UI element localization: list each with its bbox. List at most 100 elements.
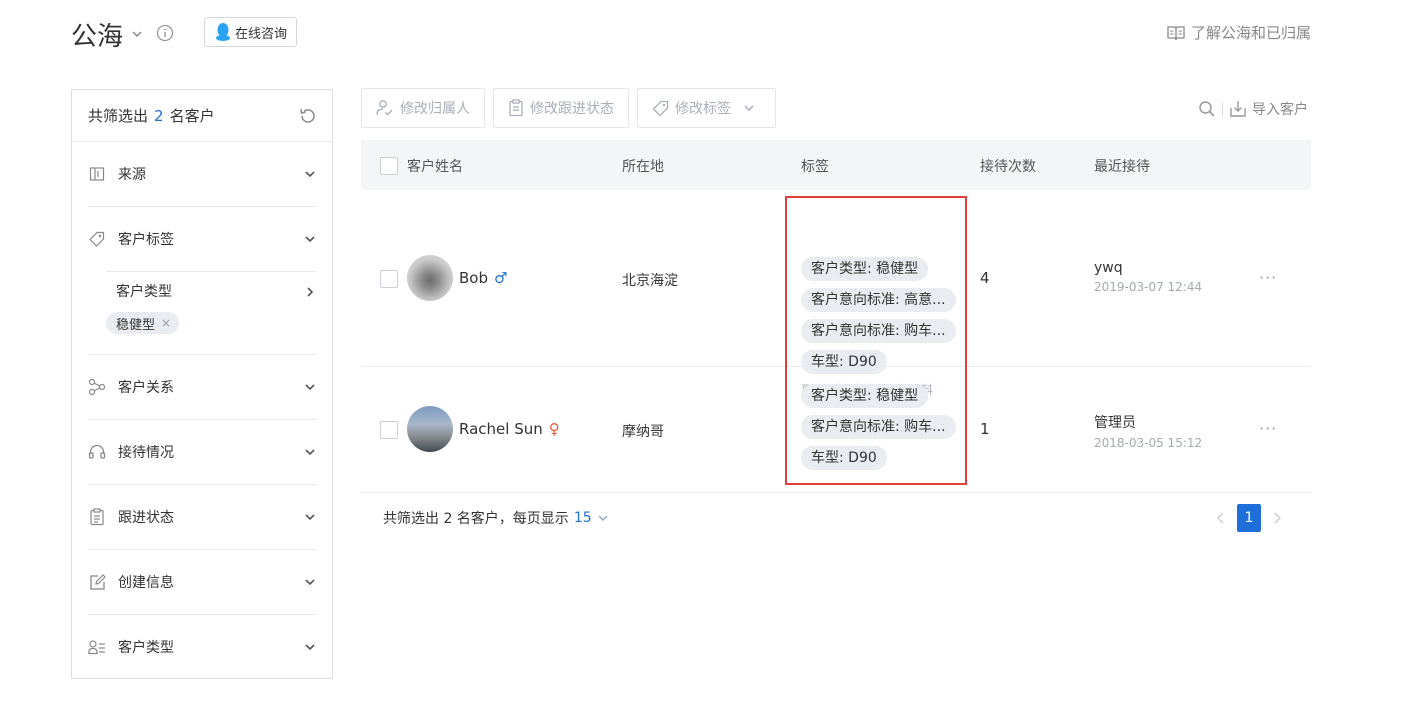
row-checkbox[interactable] <box>380 421 398 439</box>
chevron-down-icon <box>305 384 315 391</box>
filter-summary-count: 2 <box>154 106 164 125</box>
table-row[interactable]: Rachel Sun ♀ 摩纳哥 客户类型: 稳健型 客户意向标准: 购车...… <box>361 367 1311 493</box>
clipboard-icon <box>88 508 106 526</box>
change-follow-status-button[interactable]: 修改跟进状态 <box>493 88 629 128</box>
chevron-down-icon <box>305 514 315 521</box>
chevron-right-icon[interactable] <box>1270 511 1284 525</box>
tag-chip: 客户类型: 稳健型 <box>801 384 929 408</box>
column-header-last-visit[interactable]: 最近接待 <box>1094 156 1150 176</box>
page-header: 公海 在线咨询 了解公海和已归属 <box>71 14 1311 54</box>
online-consult-button[interactable]: 在线咨询 <box>204 17 298 47</box>
male-icon: ♂ <box>494 269 508 287</box>
page-size-select[interactable]: 15 <box>574 510 592 526</box>
filter-row-relation[interactable]: 客户关系 <box>88 355 316 419</box>
book-icon <box>1167 25 1185 40</box>
edit-icon <box>88 573 106 591</box>
more-actions-icon[interactable]: ··· <box>1259 419 1277 438</box>
chip-close-icon[interactable]: × <box>161 316 171 330</box>
page-button-current[interactable]: 1 <box>1237 504 1261 532</box>
customer-name-text: Bob <box>459 269 488 287</box>
user-check-icon <box>376 100 393 116</box>
clipboard-icon <box>509 99 523 117</box>
filter-section-source: 来源 <box>88 142 316 207</box>
last-visit-by: ywq <box>1094 260 1123 276</box>
customer-table: 客户姓名 所在地 标签 接待次数 最近接待 Bob ♂ 北京海淀 客户类型: 稳… <box>361 140 1311 493</box>
avatar[interactable] <box>407 255 453 301</box>
column-header-name[interactable]: 客户姓名 <box>407 156 463 176</box>
customer-location: 北京海淀 <box>622 273 678 289</box>
filter-row-tags[interactable]: 客户标签 <box>88 207 316 271</box>
import-customers-label: 导入客户 <box>1252 102 1308 118</box>
learn-public-pool-link[interactable]: 了解公海和已归属 <box>1167 22 1311 43</box>
subfilter-label: 客户类型 <box>116 284 172 300</box>
customer-name[interactable]: Rachel Sun ♀ <box>459 420 560 438</box>
last-visit-time: 2018-03-05 15:12 <box>1094 436 1203 450</box>
more-actions-icon[interactable]: ··· <box>1259 268 1277 287</box>
last-visit: ywq 2019-03-07 12:44 <box>1094 260 1202 294</box>
qq-icon <box>216 23 230 41</box>
chevron-down-icon[interactable] <box>596 512 610 524</box>
chevron-right-icon <box>307 287 314 297</box>
refresh-icon[interactable] <box>298 106 318 126</box>
customer-name[interactable]: Bob ♂ <box>459 269 507 287</box>
filter-row-create-info[interactable]: 创建信息 <box>88 550 316 614</box>
table-row[interactable]: Bob ♂ 北京海淀 客户类型: 稳健型 客户意向标准: 高意... 客户意向标… <box>361 190 1311 397</box>
relation-icon <box>88 378 106 396</box>
pagination: 1 <box>1214 504 1284 532</box>
filter-summary-suffix: 名客户 <box>169 107 215 125</box>
column-header-visits[interactable]: 接待次数 <box>980 156 1036 176</box>
import-icon <box>1230 101 1246 117</box>
filter-row-follow-status[interactable]: 跟进状态 <box>88 485 316 549</box>
filter-label: 客户类型 <box>118 640 174 656</box>
info-icon[interactable] <box>156 24 174 42</box>
select-all-checkbox[interactable] <box>380 157 398 175</box>
last-visit-time: 2019-03-07 12:44 <box>1094 280 1203 294</box>
chevron-down-icon[interactable] <box>131 28 143 40</box>
column-header-location[interactable]: 所在地 <box>622 156 664 176</box>
learn-link-label: 了解公海和已归属 <box>1190 24 1311 42</box>
customer-name-text: Rachel Sun <box>459 420 543 438</box>
column-header-tags[interactable]: 标签 <box>801 156 829 176</box>
chevron-down-icon <box>305 579 315 586</box>
change-owner-button[interactable]: 修改归属人 <box>361 88 485 128</box>
import-customers-button[interactable]: 导入客户 <box>1229 99 1308 119</box>
customer-tags: 客户类型: 稳健型 客户意向标准: 购车... 车型: D90 <box>801 384 956 477</box>
chip-label: 稳健型 <box>116 317 156 333</box>
chevron-down-icon <box>305 236 315 243</box>
customer-location: 摩纳哥 <box>622 424 664 440</box>
subfilter-customer-type[interactable]: 客户类型 <box>116 280 316 304</box>
change-tags-label: 修改标签 <box>675 101 731 117</box>
filter-label: 接待情况 <box>118 445 174 461</box>
filter-section-follow-status: 跟进状态 <box>88 485 316 550</box>
headset-icon <box>88 443 106 461</box>
tag-icon <box>652 100 669 116</box>
change-tags-button[interactable]: 修改标签 <box>637 88 776 128</box>
filter-row-reception[interactable]: 接待情况 <box>88 420 316 484</box>
filter-label: 客户标签 <box>118 232 174 248</box>
filter-label: 客户关系 <box>118 380 174 396</box>
last-visit: 管理员 2018-03-05 15:12 <box>1094 412 1202 450</box>
tag-chip: 客户意向标准: 高意... <box>801 288 956 312</box>
filter-row-source[interactable]: 来源 <box>88 142 316 206</box>
filter-section-relation: 客户关系 <box>88 355 316 420</box>
filter-label: 来源 <box>118 167 146 183</box>
table-tools: 导入客户 <box>1198 99 1308 119</box>
female-icon: ♀ <box>548 420 560 438</box>
tag-chip: 客户类型: 稳健型 <box>801 257 929 281</box>
chevron-left-icon[interactable] <box>1214 511 1228 525</box>
filter-sidebar: 共筛选出 2 名客户 来源 客户标签 客户类型 稳健型 × 客户关系 接待情况 … <box>71 89 333 679</box>
filter-row-customer-type[interactable]: 客户类型 <box>88 615 316 679</box>
page-title: 公海 <box>71 22 124 52</box>
table-header: 客户姓名 所在地 标签 接待次数 最近接待 <box>361 140 1311 190</box>
change-owner-label: 修改归属人 <box>400 101 470 117</box>
chevron-down-icon <box>305 644 315 651</box>
filter-summary: 共筛选出 2 名客户 <box>72 90 332 142</box>
filter-section-customer-type: 客户类型 <box>88 615 316 679</box>
divider <box>1222 102 1223 116</box>
search-icon[interactable] <box>1198 100 1216 118</box>
row-checkbox[interactable] <box>380 270 398 288</box>
avatar[interactable] <box>407 406 453 452</box>
visit-count: 4 <box>980 269 990 287</box>
filter-section-tags: 客户标签 客户类型 稳健型 × <box>88 207 316 355</box>
filter-label: 创建信息 <box>118 575 174 591</box>
